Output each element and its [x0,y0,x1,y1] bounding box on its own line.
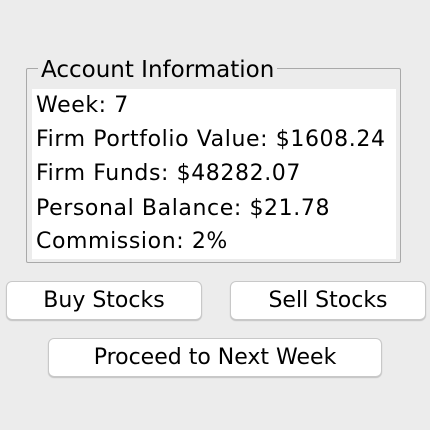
week-line: Week: 7 [36,93,129,118]
personal-balance-line: Personal Balance: $21.78 [36,196,331,221]
account-info-text-area: Week: 7 Firm Portfolio Value: $1608.24 F… [32,89,396,259]
proceed-to-next-week-button[interactable]: Proceed to Next Week [48,338,382,377]
firm-portfolio-value-line: Firm Portfolio Value: $1608.24 [36,127,386,152]
stock-game-window: Account Information Week: 7 Firm Portfol… [0,0,430,430]
buy-stocks-button[interactable]: Buy Stocks [6,281,202,320]
firm-funds-line: Firm Funds: $48282.07 [36,161,301,186]
sell-stocks-button[interactable]: Sell Stocks [230,281,426,320]
account-information-title: Account Information [38,57,278,83]
commission-line: Commission: 2% [36,229,228,254]
